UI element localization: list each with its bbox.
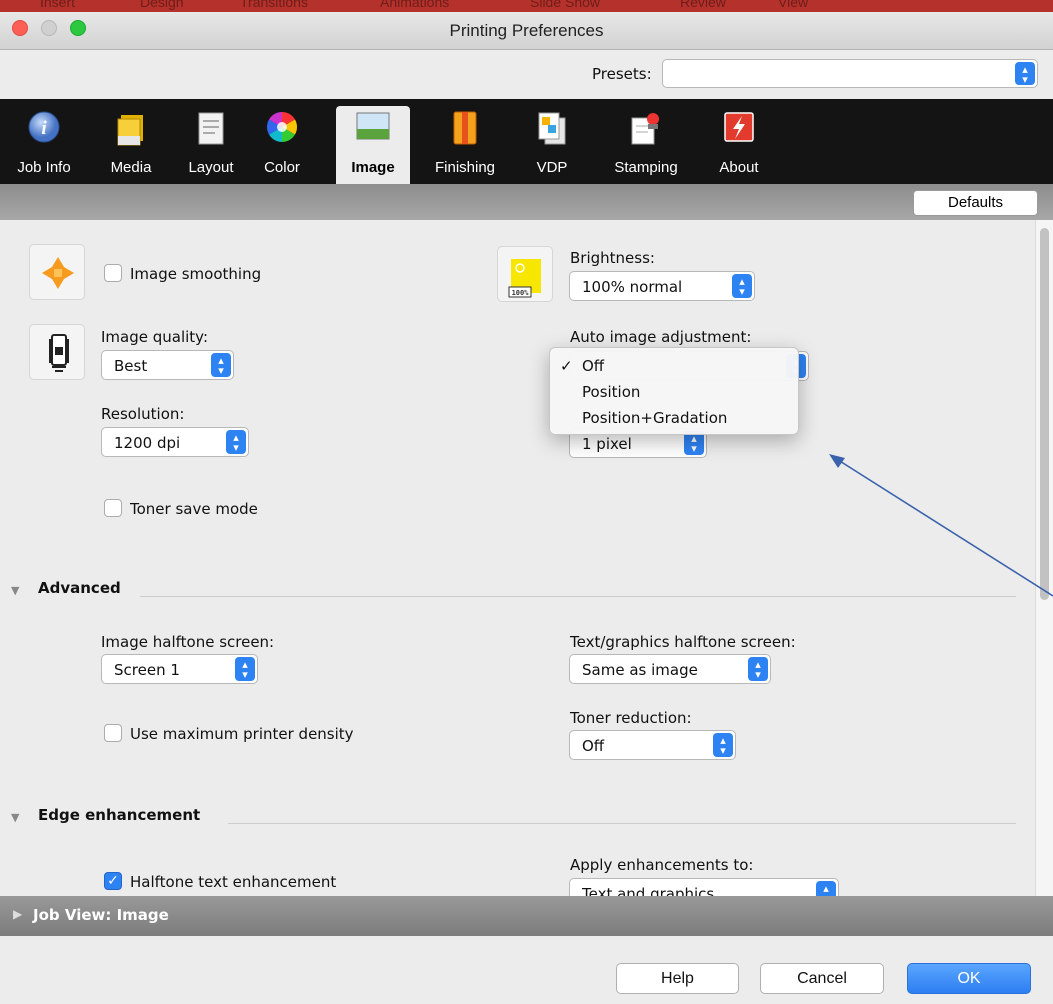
ok-button[interactable]: OK [907, 963, 1031, 994]
job-view-label: Job View: Image [33, 906, 169, 924]
printing-preferences-window: Insert Design Transitions Animations Sli… [0, 0, 1053, 1004]
disclosure-triangle-icon: ▶ [13, 907, 23, 921]
help-button[interactable]: Help [616, 963, 739, 994]
cancel-button[interactable]: Cancel [760, 963, 884, 994]
dialog-footer: Help Cancel OK [0, 936, 1053, 1004]
job-view-bar[interactable]: ▶ Job View: Image [0, 896, 1053, 936]
annotation-arrow [829, 454, 1053, 597]
